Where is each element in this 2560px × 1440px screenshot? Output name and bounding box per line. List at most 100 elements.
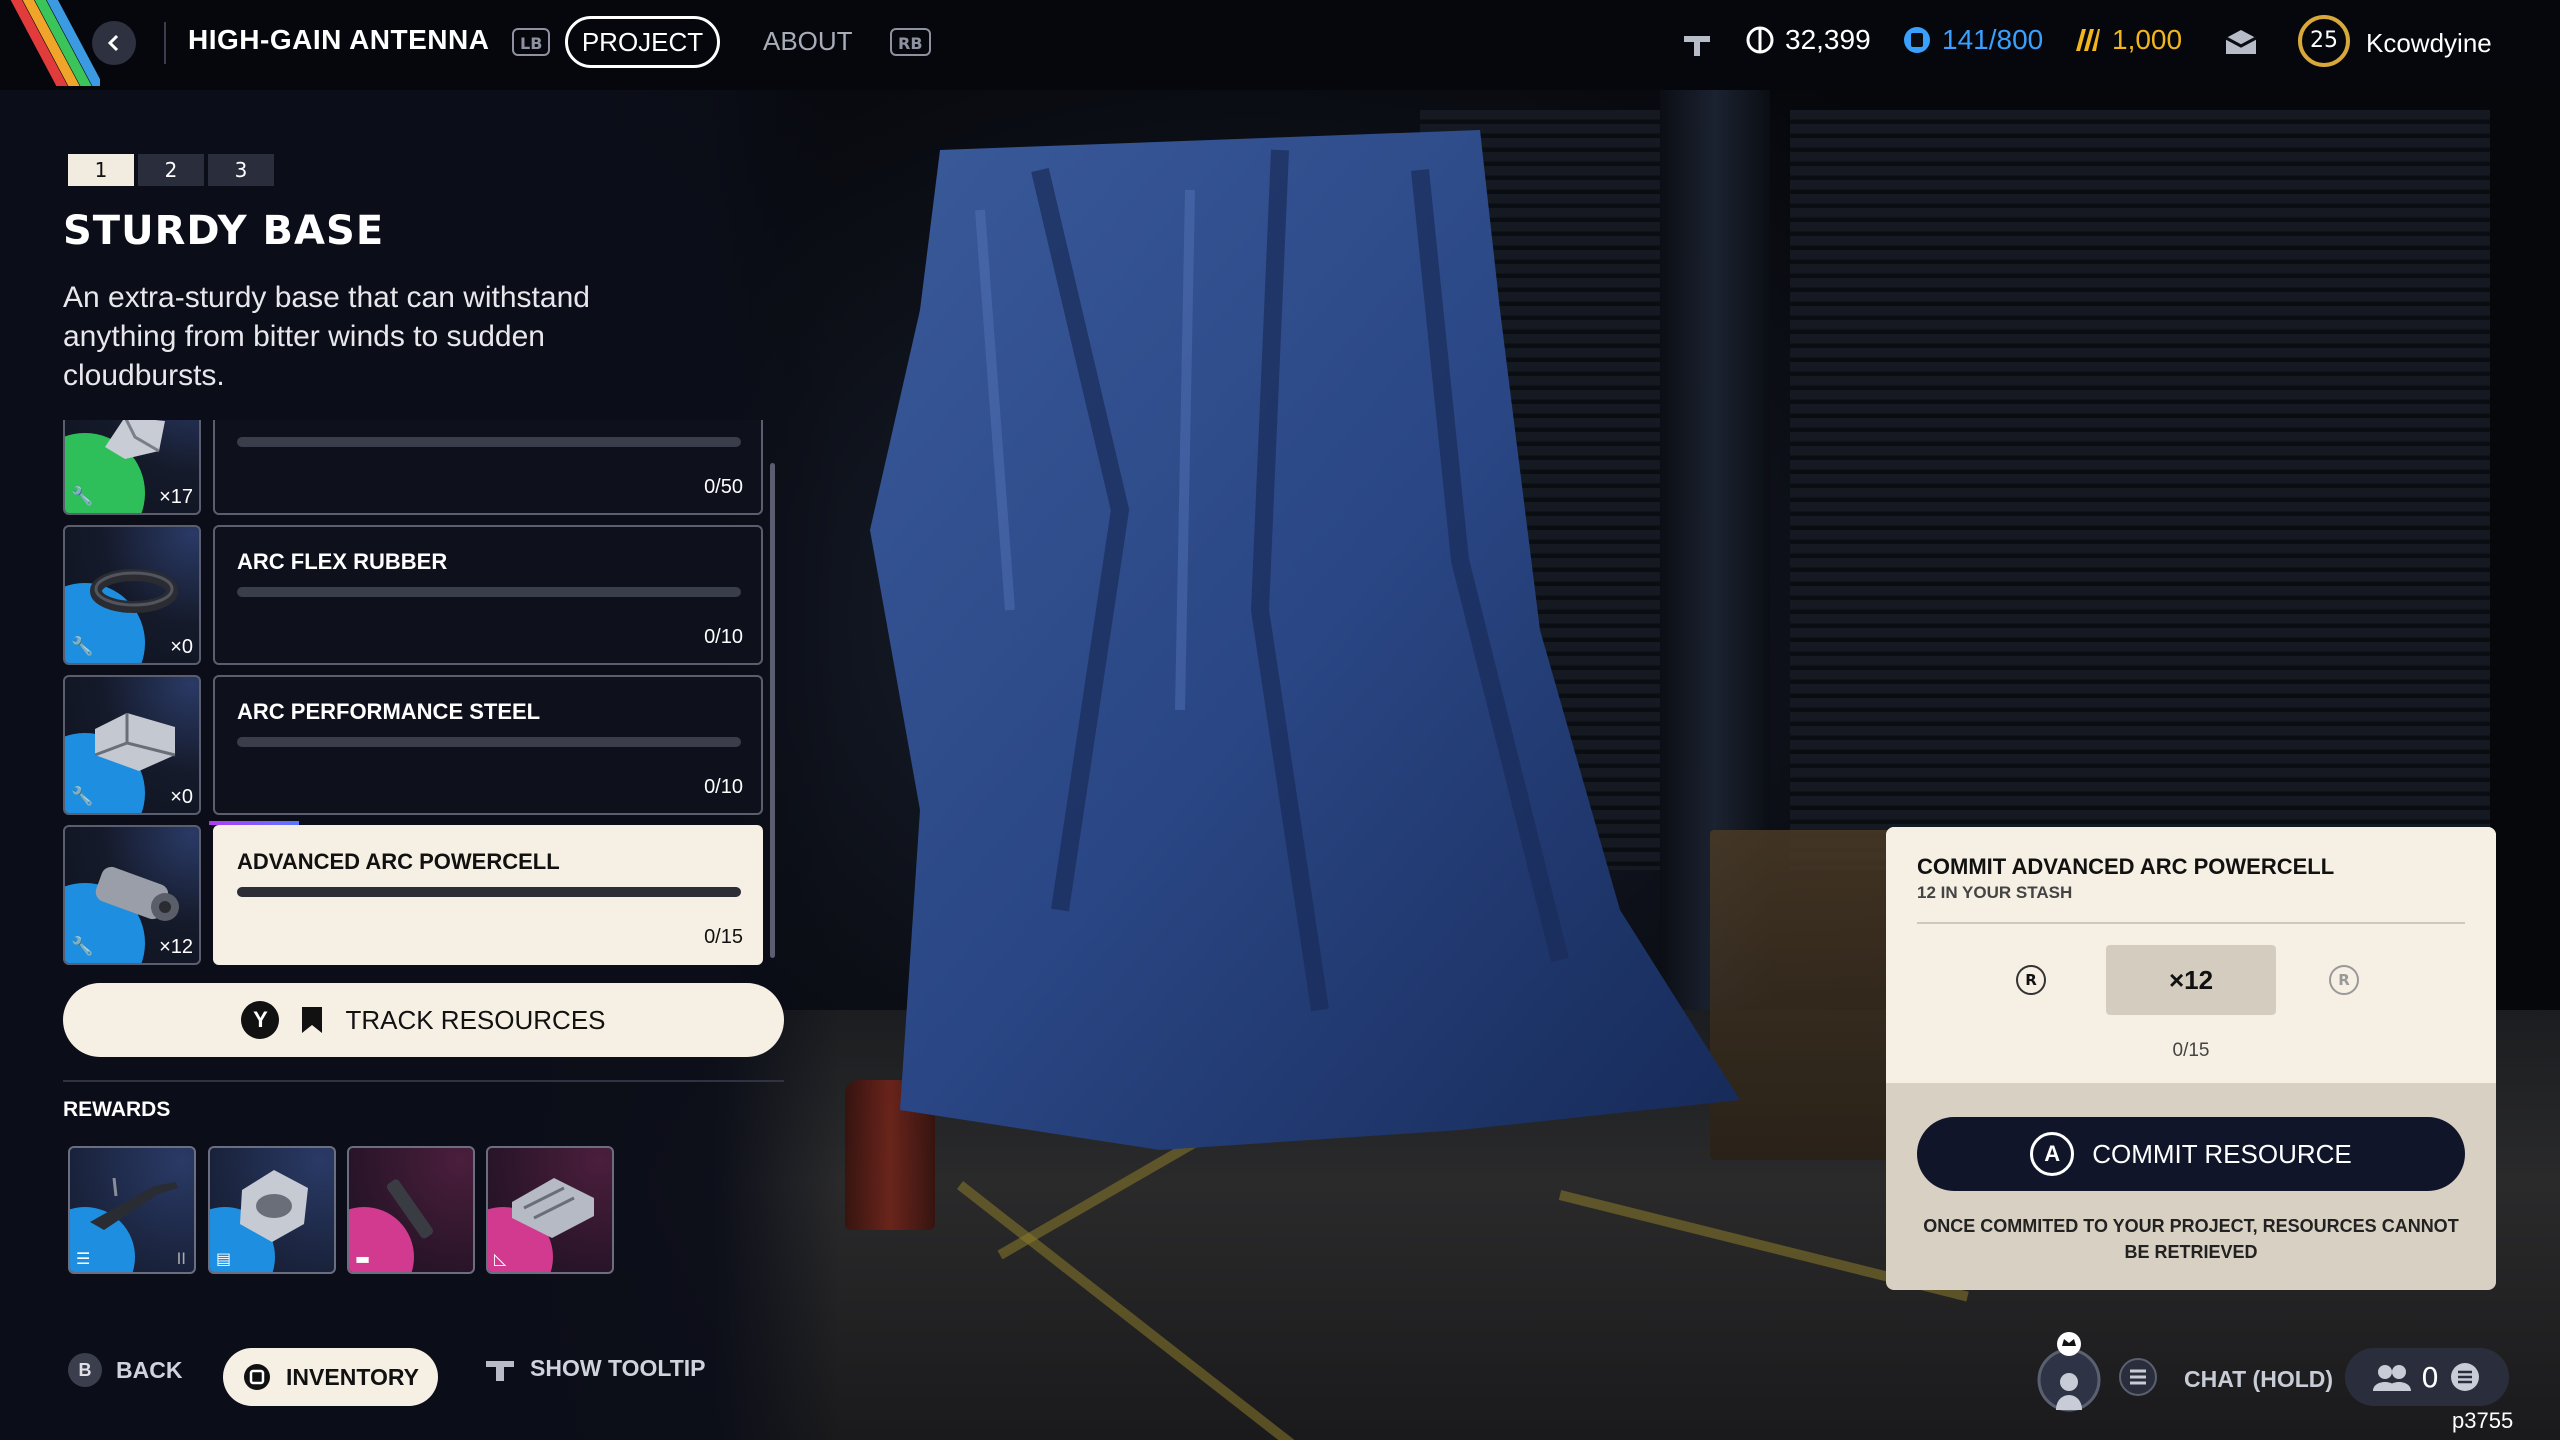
back-arrow-button[interactable] bbox=[92, 21, 136, 65]
rb-button-hint[interactable]: RB bbox=[890, 28, 931, 56]
list-icon: ☰ bbox=[76, 1249, 91, 1268]
resource-name: ADVANCED ARC POWERCELL bbox=[237, 849, 560, 874]
chevron-left-icon bbox=[107, 34, 119, 52]
menu-button-icon[interactable] bbox=[2118, 1357, 2158, 1397]
commit-quantity[interactable]: ×12 bbox=[2106, 945, 2276, 1015]
b-button-hint: B bbox=[68, 1353, 102, 1387]
project-description: An extra-sturdy base that can withstand … bbox=[63, 281, 590, 392]
stage-tab-2[interactable]: 2 bbox=[138, 154, 204, 186]
tool-icon bbox=[386, 1179, 434, 1239]
tab-about[interactable]: ABOUT bbox=[763, 26, 853, 57]
progress-bar bbox=[237, 887, 741, 897]
stash-quantity: ×0 bbox=[170, 786, 193, 808]
commit-resource-label: COMMIT RESOURCE bbox=[2092, 1138, 2352, 1169]
resource-progress: 0/10 bbox=[704, 626, 743, 648]
resource-card[interactable]: ARC PERFORMANCE STEEL 0/10 bbox=[213, 675, 763, 815]
party-count: 0 bbox=[2421, 1360, 2439, 1394]
bookmark-icon bbox=[302, 1007, 323, 1033]
resource-row[interactable]: 🔧 ×0 ARC PERFORMANCE STEEL 0/10 bbox=[63, 675, 763, 815]
divider bbox=[164, 22, 166, 64]
lb-button-hint[interactable]: LB bbox=[512, 28, 551, 56]
show-tooltip-label: SHOW TOOLTIP bbox=[530, 1354, 706, 1381]
username[interactable]: Kcowdyine bbox=[2366, 28, 2492, 59]
currency-stat: 32,399 bbox=[1745, 24, 1871, 56]
resource-icon: 🔧 ×0 bbox=[63, 525, 201, 665]
tab-project[interactable]: PROJECT bbox=[565, 16, 720, 68]
player-id: p3755 bbox=[2452, 1408, 2514, 1433]
resource-row[interactable]: 🔧 ×0 ARC FLEX RUBBER 0/10 bbox=[63, 525, 763, 665]
blue-tarp bbox=[870, 130, 1740, 1150]
reward-item-weapon[interactable]: ☰ II bbox=[68, 1146, 196, 1274]
divider bbox=[63, 1080, 784, 1082]
track-resources-label: TRACK RESOURCES bbox=[345, 1004, 606, 1035]
inventory-button[interactable]: INVENTORY bbox=[223, 1348, 438, 1406]
resource-card[interactable]: 0/50 bbox=[213, 420, 763, 515]
inventory-label: INVENTORY bbox=[286, 1363, 419, 1390]
shutter-door-right bbox=[1790, 110, 2490, 870]
project-title: STURDY BASE bbox=[63, 208, 385, 254]
resource-name: ARC FLEX RUBBER bbox=[237, 549, 448, 574]
resource-card-selected[interactable]: ADVANCED ARC POWERCELL 0/15 bbox=[209, 821, 763, 965]
player-avatar[interactable] bbox=[2036, 1330, 2102, 1412]
rainbow-logo bbox=[0, 0, 100, 86]
track-resources-button[interactable]: Y TRACK RESOURCES bbox=[63, 983, 784, 1057]
page-title: HIGH-GAIN ANTENNA bbox=[188, 24, 490, 55]
resource-icon: 🔧 ×0 bbox=[63, 675, 201, 815]
friends-icon bbox=[2373, 1365, 2412, 1391]
stash-stat: 141/800 bbox=[1902, 24, 2043, 56]
a-button-hint: A bbox=[2030, 1132, 2075, 1176]
progress-bar bbox=[237, 587, 741, 597]
project-stage-pager: 1 2 3 bbox=[68, 154, 274, 186]
rifle-icon bbox=[90, 1177, 178, 1230]
rewards-heading: REWARDS bbox=[63, 1098, 171, 1121]
commit-resource-button[interactable]: A COMMIT RESOURCE bbox=[1917, 1117, 2465, 1191]
resource-list: 🔧 ×17 0/50 🔧 ×0 ARC FLEX RUBBER 0/10 🔧 ×… bbox=[63, 420, 763, 965]
dpad-icon bbox=[486, 1361, 514, 1381]
reward-item-base[interactable]: ▤ bbox=[208, 1146, 336, 1274]
resource-progress: 0/15 bbox=[704, 926, 743, 948]
attachment-icon bbox=[512, 1178, 594, 1238]
flag-icon: ◺ bbox=[494, 1249, 507, 1268]
part-icon bbox=[105, 420, 165, 459]
stage-tab-1[interactable]: 1 bbox=[68, 154, 134, 186]
reward-item-attachment[interactable]: ◺ bbox=[486, 1146, 614, 1274]
inventory-icon bbox=[244, 1364, 271, 1390]
commit-progress: 0/15 bbox=[2172, 1040, 2210, 1061]
stash-icon bbox=[1904, 27, 1930, 53]
decrease-quantity-button[interactable]: R bbox=[2016, 965, 2046, 995]
progress-bar bbox=[237, 737, 741, 747]
trials-icon bbox=[1684, 36, 1710, 56]
resource-icon: 🔧 ×12 bbox=[63, 825, 201, 965]
progress-bar bbox=[237, 437, 741, 447]
player-level-badge[interactable]: 25 bbox=[2298, 15, 2350, 67]
reward-item-tool[interactable]: ▬ bbox=[347, 1146, 475, 1274]
topbar: HIGH-GAIN ANTENNA LB PROJECT ABOUT RB 32… bbox=[0, 0, 2560, 86]
commit-subtitle: 12 IN YOUR STASH bbox=[1917, 883, 2073, 902]
base-part-icon bbox=[240, 1170, 308, 1242]
tokens-stat: 1,000 bbox=[2072, 24, 2182, 56]
resource-list-scrollbar[interactable] bbox=[770, 463, 775, 958]
document-icon: ▤ bbox=[216, 1249, 232, 1268]
stash-quantity: ×0 bbox=[170, 636, 193, 658]
tokens-value: 1,000 bbox=[2112, 24, 2183, 55]
mail-icon[interactable] bbox=[2224, 28, 2258, 56]
chat-hold-label[interactable]: CHAT (HOLD) bbox=[2184, 1366, 2333, 1393]
divider bbox=[1917, 922, 2465, 924]
resource-row-selected[interactable]: 🔧 ×12 ADVANCED ARC POWERCELL 0/15 bbox=[63, 821, 763, 965]
party-button[interactable]: 0 bbox=[2345, 1348, 2509, 1406]
increase-quantity-button[interactable]: R bbox=[2329, 965, 2359, 995]
back-label: BACK bbox=[116, 1356, 183, 1383]
currency-value: 32,399 bbox=[1785, 24, 1871, 55]
coin-icon bbox=[1746, 26, 1774, 54]
back-button[interactable]: B BACK bbox=[68, 1353, 182, 1387]
y-button-hint: Y bbox=[241, 1001, 280, 1039]
resource-row[interactable]: 🔧 ×17 0/50 bbox=[63, 420, 763, 515]
wrench-icon: 🔧 bbox=[71, 786, 94, 807]
stage-tab-3[interactable]: 3 bbox=[208, 154, 274, 186]
show-tooltip-button[interactable]: SHOW TOOLTIP bbox=[484, 1353, 705, 1383]
resource-card[interactable]: ARC FLEX RUBBER 0/10 bbox=[213, 525, 763, 665]
commit-panel: COMMIT ADVANCED ARC POWERCELL 12 IN YOUR… bbox=[1886, 827, 2496, 1290]
powercell-icon bbox=[95, 866, 179, 921]
dash-icon: ▬ bbox=[355, 1249, 371, 1268]
reward-tier: II bbox=[176, 1249, 186, 1268]
